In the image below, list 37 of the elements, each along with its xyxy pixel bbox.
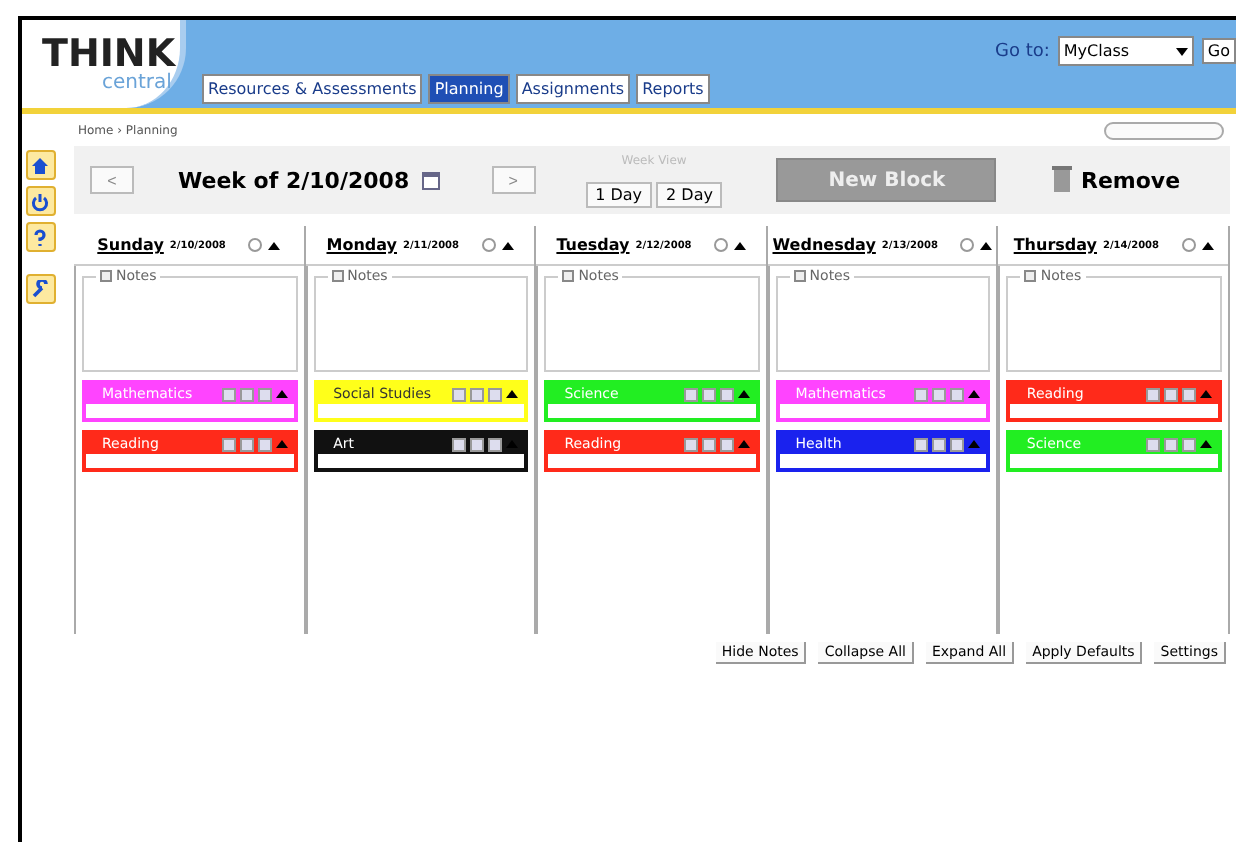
collapse-icon[interactable]	[501, 241, 514, 249]
day-view-button[interactable]: 1 Day	[585, 181, 653, 207]
goto-label: Go to:	[994, 41, 1050, 61]
collapse-icon[interactable]	[506, 390, 519, 398]
dropdown-icon[interactable]	[1175, 47, 1188, 55]
nav-tab[interactable]: Resources & Assessments	[202, 74, 423, 104]
nav-tab[interactable]: Reports	[636, 74, 710, 104]
day-view-button[interactable]: 2 Day	[656, 181, 723, 207]
class-select[interactable]: MyClass	[1057, 36, 1194, 66]
day-name[interactable]: Thursday	[1013, 236, 1097, 254]
collapse-icon[interactable]	[968, 390, 981, 398]
pill-button[interactable]	[1104, 121, 1224, 139]
week-title: Week of 2/10/2008	[178, 167, 410, 193]
think-central-logo: THINK central	[22, 20, 186, 108]
wrench-icon[interactable]	[25, 274, 55, 304]
collapse-icon[interactable]	[979, 241, 992, 249]
previous-week-button[interactable]: <	[90, 166, 134, 194]
power-icon[interactable]	[25, 186, 55, 216]
remove-button[interactable]: Remove	[1040, 164, 1193, 196]
nav-tab[interactable]: Assignments	[515, 74, 631, 104]
collapse-icon[interactable]	[1201, 241, 1214, 249]
collapse-icon[interactable]	[737, 390, 750, 398]
collapse-icon[interactable]	[733, 241, 746, 249]
calendar-icon[interactable]	[421, 171, 440, 189]
day-name[interactable]: Tuesday	[556, 236, 630, 254]
day-name[interactable]: Monday	[326, 236, 397, 254]
day-name[interactable]: Sunday	[97, 236, 164, 254]
trash-icon	[1052, 166, 1073, 194]
next-week-button[interactable]: >	[491, 166, 536, 194]
nav-tab[interactable]: Planning	[428, 74, 510, 104]
day-name[interactable]: Wednesday	[772, 236, 876, 254]
home-icon[interactable]	[25, 150, 55, 180]
go-button[interactable]: Go	[1201, 38, 1236, 64]
help-icon[interactable]	[25, 222, 55, 252]
collapse-icon[interactable]	[267, 241, 280, 249]
collapse-icon[interactable]	[1199, 440, 1212, 448]
collapse-icon[interactable]	[275, 390, 288, 398]
